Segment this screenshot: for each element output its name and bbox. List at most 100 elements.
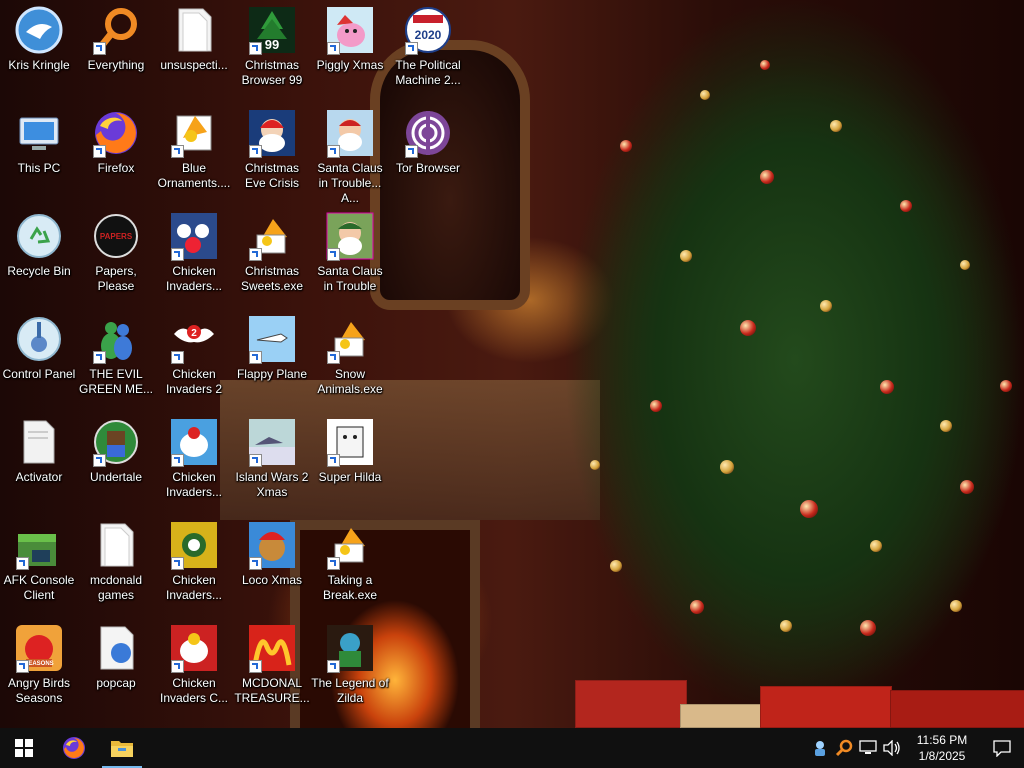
piggly-xmas-icon <box>325 5 375 55</box>
wallpaper-ornament <box>880 380 894 394</box>
desktop-icon[interactable]: Taking a Break.exe <box>311 517 389 603</box>
desktop-icon[interactable]: Activator <box>0 414 78 485</box>
shortcut-arrow-icon <box>171 557 184 570</box>
wallpaper-christmas-tree <box>560 0 1024 700</box>
desktop-icon[interactable]: Everything <box>77 2 155 73</box>
desktop-icon-label: Chicken Invaders... <box>165 264 223 293</box>
svg-text:2020: 2020 <box>415 28 442 42</box>
taskbar: 11:56 PM 1/8/2025 <box>0 728 1024 768</box>
wallpaper-ornament <box>610 560 622 572</box>
wallpaper-ornament <box>960 260 970 270</box>
desktop-icon-label: Chicken Invaders... <box>165 470 223 499</box>
desktop-icon[interactable]: Christmas Sweets.exe <box>233 208 311 294</box>
desktop-icon-label: Christmas Eve Crisis <box>244 161 299 190</box>
action-center-button[interactable] <box>980 728 1024 768</box>
afk-console-icon <box>14 520 64 570</box>
desktop-icon[interactable]: Santa Claus in Trouble <box>311 208 389 294</box>
shortcut-arrow-icon <box>249 660 262 673</box>
wallpaper-ornament <box>740 320 756 336</box>
desktop-icon[interactable]: PAPERS Papers, Please <box>77 208 155 294</box>
unsuspecting-file-icon <box>169 5 219 55</box>
desktop-icon[interactable]: This PC <box>0 105 78 176</box>
legend-zilda-icon <box>325 623 375 673</box>
desktop-icon[interactable]: Chicken Invaders... <box>155 208 233 294</box>
desktop-icon-label: This PC <box>17 161 61 175</box>
desktop-icon[interactable]: The Legend of Zilda <box>311 620 389 706</box>
desktop-icon[interactable]: mcdonald games <box>77 517 155 603</box>
chicken-invaders-3-icon <box>169 417 219 467</box>
tray-search-button[interactable] <box>832 728 856 768</box>
shortcut-arrow-icon <box>327 660 340 673</box>
desktop-icon[interactable]: Piggly Xmas <box>311 2 389 73</box>
desktop-icon[interactable]: Flappy Plane <box>233 311 311 382</box>
wallpaper-ornament <box>830 120 842 132</box>
desktop-icon-label: mcdonald games <box>89 573 143 602</box>
desktop-icon-label: AFK Console Client <box>3 573 75 602</box>
tray-app-button[interactable] <box>808 728 832 768</box>
desktop-icon-label: Firefox <box>97 161 135 175</box>
wallpaper-ornament <box>870 540 882 552</box>
volume-button[interactable] <box>880 728 904 768</box>
desktop-icon[interactable]: THE EVIL GREEN ME... <box>77 311 155 397</box>
desktop-icon[interactable]: unsuspecti... <box>155 2 233 73</box>
desktop-icon[interactable]: 2020 The Political Machine 2... <box>389 2 467 88</box>
wallpaper-ornament <box>760 60 770 70</box>
shortcut-arrow-icon <box>16 557 29 570</box>
desktop-icon[interactable]: Santa Claus in Trouble... A... <box>311 105 389 206</box>
desktop-icon[interactable]: 99 Christmas Browser 99 <box>233 2 311 88</box>
desktop-icon[interactable]: Super Hilda <box>311 414 389 485</box>
desktop-icon[interactable]: AFK Console Client <box>0 517 78 603</box>
desktop-icon[interactable]: popcap <box>77 620 155 691</box>
network-icon <box>859 740 877 754</box>
wallpaper-ornament <box>650 400 662 412</box>
desktop-icon-label: Recycle Bin <box>7 264 71 278</box>
desktop-icon-label: THE EVIL GREEN ME... <box>78 367 153 396</box>
wallpaper-ornament <box>700 90 710 100</box>
this-pc-icon <box>14 108 64 158</box>
shortcut-arrow-icon <box>249 557 262 570</box>
desktop-icon[interactable]: MCDONAL TREASURE... <box>233 620 311 706</box>
tor-browser-icon <box>403 108 453 158</box>
shortcut-arrow-icon <box>93 42 106 55</box>
taskbar-file-explorer-button[interactable] <box>98 728 146 768</box>
chicken-invaders-2-icon: 2 <box>169 314 219 364</box>
start-button[interactable] <box>0 728 48 768</box>
desktop-icon[interactable]: Kris Kringle <box>0 2 78 73</box>
wallpaper-ornament <box>960 480 974 494</box>
desktop-icon-label: Christmas Sweets.exe <box>240 264 304 293</box>
shortcut-arrow-icon <box>327 145 340 158</box>
chicken-invaders-icon <box>169 211 219 261</box>
svg-text:PAPERS: PAPERS <box>100 232 133 241</box>
windows-start-icon <box>15 739 33 757</box>
desktop-icon-label: unsuspecti... <box>160 58 228 72</box>
shortcut-arrow-icon <box>327 454 340 467</box>
desktop-icon[interactable]: Chicken Invaders... <box>155 517 233 603</box>
taskbar-clock[interactable]: 11:56 PM 1/8/2025 <box>904 732 980 764</box>
desktop-icon[interactable]: SEASONS Angry Birds Seasons <box>0 620 78 706</box>
shortcut-arrow-icon <box>405 42 418 55</box>
wallpaper-gift <box>760 686 892 728</box>
desktop-icon-label: Undertale <box>89 470 143 484</box>
super-hilda-icon <box>325 417 375 467</box>
desktop-icon[interactable]: Snow Animals.exe <box>311 311 389 397</box>
desktop-icon-label: Island Wars 2 Xmas <box>235 470 309 499</box>
desktop-icon[interactable]: Tor Browser <box>389 105 467 176</box>
wallpaper-ornament <box>800 500 818 518</box>
shortcut-arrow-icon <box>171 248 184 261</box>
desktop-icon[interactable]: Chicken Invaders C... <box>155 620 233 706</box>
network-button[interactable] <box>856 728 880 768</box>
desktop-icon[interactable]: Loco Xmas <box>233 517 311 588</box>
desktop-icon[interactable]: Control Panel <box>0 311 78 382</box>
desktop-icon[interactable]: Recycle Bin <box>0 208 78 279</box>
desktop-icon[interactable]: Island Wars 2 Xmas <box>233 414 311 500</box>
taskbar-firefox-button[interactable] <box>50 728 98 768</box>
desktop-icon[interactable]: Firefox <box>77 105 155 176</box>
desktop-icon[interactable]: Undertale <box>77 414 155 485</box>
desktop-icon[interactable]: 2 Chicken Invaders 2 <box>155 311 233 397</box>
desktop-icon[interactable]: Blue Ornaments.... <box>155 105 233 191</box>
desktop-icon-label: MCDONAL TREASURE... <box>234 676 310 705</box>
desktop-icon[interactable]: Chicken Invaders... <box>155 414 233 500</box>
desktop-icon[interactable]: Christmas Eve Crisis <box>233 105 311 191</box>
flappy-plane-icon <box>247 314 297 364</box>
tray-app-icon <box>815 741 825 756</box>
